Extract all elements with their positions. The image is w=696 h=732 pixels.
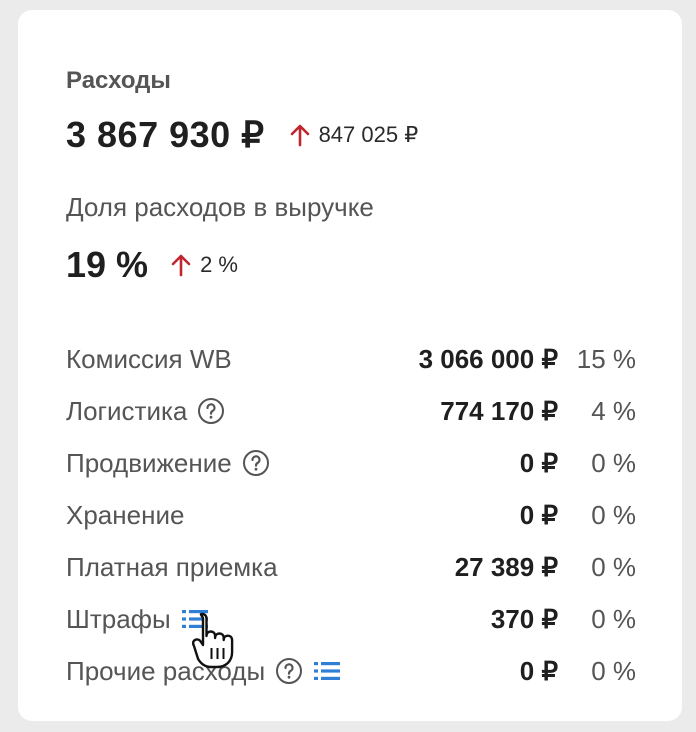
expenses-breakdown: Комиссия WB 3 066 000 ₽ 15 % Логистика 7…: [66, 333, 636, 697]
row-amount: 0 ₽: [519, 655, 558, 686]
row-label: Платная приемка: [66, 552, 278, 583]
row-label: Продвижение: [66, 448, 270, 479]
row-logistics: Логистика 774 170 ₽ 4 %: [66, 385, 636, 437]
expenses-total-row: 3 867 930 ₽ 847 025 ₽: [66, 110, 418, 160]
row-label-text: Платная приемка: [66, 551, 278, 582]
row-amount: 3 066 000 ₽: [418, 343, 558, 374]
row-paid-acceptance: Платная приемка 27 389 ₽ 0 %: [66, 541, 636, 593]
row-storage: Хранение 0 ₽ 0 %: [66, 489, 636, 541]
row-percent: 4 %: [591, 395, 636, 426]
row-amount: 370 ₽: [490, 603, 558, 634]
share-title: Доля расходов в выручке: [66, 192, 374, 222]
share-delta: 2 %: [170, 252, 238, 278]
share-row: 19 % 2 %: [66, 240, 238, 290]
arrow-up-icon: [290, 124, 309, 147]
expenses-delta-value: 847 025 ₽: [318, 122, 419, 147]
row-commission: Комиссия WB 3 066 000 ₽ 15 %: [66, 333, 636, 385]
row-other: Прочие расходы 0 ₽ 0 %: [66, 645, 636, 697]
row-percent: 15 %: [576, 343, 636, 374]
row-label-text: Хранение: [66, 499, 185, 530]
row-percent: 0 %: [591, 499, 636, 530]
expenses-total: 3 867 930 ₽: [66, 114, 265, 155]
hand-pointer-icon: [191, 612, 234, 669]
row-label-text: Продвижение: [66, 447, 232, 478]
row-label: Комиссия WB: [66, 344, 232, 375]
question-circle-icon[interactable]: [242, 449, 270, 477]
arrow-up-icon: [171, 254, 191, 277]
share-value: 19 %: [66, 244, 149, 285]
row-label-text: Логистика: [66, 395, 188, 426]
row-percent: 0 %: [591, 551, 636, 582]
expenses-delta: 847 025 ₽: [289, 122, 419, 148]
row-amount: 0 ₽: [519, 447, 558, 478]
row-percent: 0 %: [591, 603, 636, 634]
row-promotion: Продвижение 0 ₽ 0 %: [66, 437, 636, 489]
row-percent: 0 %: [591, 655, 636, 686]
row-label: Штрафы: [66, 604, 209, 635]
row-label-text: Комиссия WB: [66, 343, 232, 374]
row-amount: 27 389 ₽: [454, 551, 558, 582]
question-circle-icon[interactable]: [275, 657, 303, 685]
expenses-title: Расходы: [66, 67, 171, 94]
share-delta-value: 2 %: [200, 252, 238, 277]
row-amount: 0 ₽: [519, 499, 558, 530]
row-label: Хранение: [66, 500, 184, 531]
row-fines: Штрафы 370 ₽ 0 %: [66, 593, 636, 645]
row-percent: 0 %: [591, 447, 636, 478]
expenses-card: Расходы 3 867 930 ₽ 847 025 ₽ Доля расхо…: [18, 10, 682, 721]
list-icon[interactable]: [313, 660, 341, 682]
row-label-text: Штрафы: [66, 603, 171, 634]
question-circle-icon[interactable]: [197, 397, 225, 425]
row-amount: 774 170 ₽: [440, 395, 558, 426]
row-label: Логистика: [66, 396, 225, 427]
